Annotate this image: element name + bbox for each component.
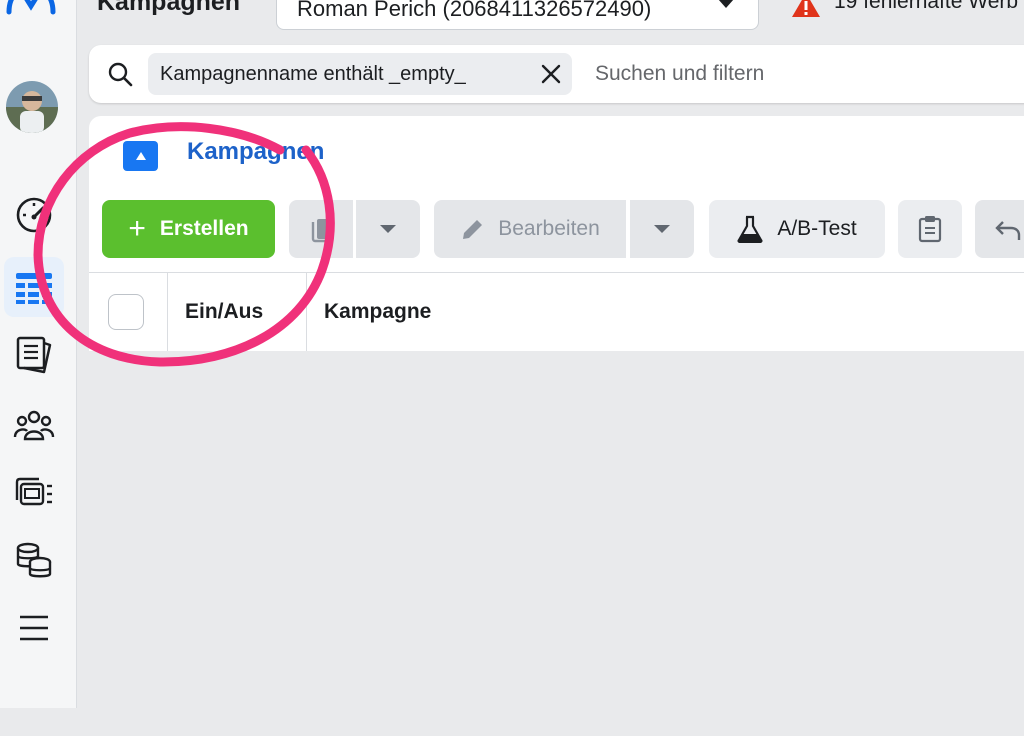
dashboard-gauge-icon[interactable] bbox=[4, 185, 64, 245]
pages-icon[interactable] bbox=[4, 325, 64, 385]
plus-icon: + bbox=[128, 212, 146, 245]
account-selector-label: Roman Perich (2068411326572490) bbox=[297, 0, 652, 21]
flask-icon bbox=[737, 215, 763, 243]
undo-button[interactable] bbox=[975, 200, 1024, 258]
edit-button-label: Bearbeiten bbox=[498, 217, 600, 240]
filter-chip-label: Kampagnenname enthält _empty_ bbox=[160, 63, 466, 85]
clipboard-button[interactable] bbox=[898, 200, 962, 258]
filter-chip[interactable]: Kampagnenname enthält _empty_ bbox=[148, 53, 572, 95]
campaign-folder-icon bbox=[123, 141, 158, 171]
campaigns-panel: Kampagnen + Erstellen Bearbeiten A/B-Tes… bbox=[89, 116, 1024, 736]
left-navigation-rail bbox=[0, 0, 77, 708]
ab-test-button[interactable]: A/B-Test bbox=[709, 200, 885, 258]
column-divider bbox=[306, 273, 307, 351]
undo-icon bbox=[995, 221, 1021, 240]
edit-button[interactable]: Bearbeiten bbox=[434, 200, 626, 258]
toolbar: + Erstellen Bearbeiten A/B-Test bbox=[89, 200, 1024, 260]
ads-manager-icon[interactable] bbox=[4, 462, 64, 522]
tab-label: Kampagnen bbox=[187, 138, 325, 165]
chevron-down-icon bbox=[380, 225, 396, 233]
billing-icon[interactable] bbox=[4, 530, 64, 590]
avatar[interactable] bbox=[6, 81, 58, 133]
meta-logo[interactable] bbox=[6, 0, 56, 20]
edit-dropdown-button[interactable] bbox=[630, 200, 694, 258]
error-count-text[interactable]: 19 fehlerhafte Werb bbox=[834, 0, 1018, 14]
duplicate-dropdown-button[interactable] bbox=[356, 200, 420, 258]
table-header: Ein/Aus Kampagne bbox=[89, 272, 1024, 352]
account-selector[interactable]: Roman Perich (2068411326572490) bbox=[276, 0, 759, 30]
column-header-campaign[interactable]: Kampagne bbox=[324, 300, 431, 324]
page-title: Kampagnen bbox=[97, 0, 241, 16]
top-bar: Kampagnen Roman Perich (2068411326572490… bbox=[77, 0, 1024, 40]
audiences-icon[interactable] bbox=[4, 395, 64, 455]
warning-icon[interactable] bbox=[791, 0, 821, 23]
ab-test-button-label: A/B-Test bbox=[777, 217, 857, 240]
create-button[interactable]: + Erstellen bbox=[102, 200, 275, 258]
clipboard-icon bbox=[918, 216, 942, 243]
search-bar: Kampagnenname enthält _empty_ Suchen und… bbox=[89, 45, 1024, 103]
column-header-on-off[interactable]: Ein/Aus bbox=[185, 300, 263, 324]
pencil-icon bbox=[463, 220, 483, 239]
duplicate-button[interactable] bbox=[289, 200, 353, 258]
search-icon[interactable] bbox=[107, 61, 133, 92]
create-button-label: Erstellen bbox=[159, 217, 249, 240]
chevron-down-icon bbox=[654, 225, 670, 233]
chevron-down-icon bbox=[718, 0, 734, 8]
tab-campaigns[interactable]: Kampagnen bbox=[103, 116, 403, 190]
table-body-empty bbox=[89, 351, 1024, 736]
column-divider bbox=[167, 273, 168, 351]
close-icon[interactable] bbox=[540, 63, 562, 90]
select-all-checkbox[interactable] bbox=[108, 294, 144, 330]
search-input[interactable]: Suchen und filtern bbox=[595, 62, 764, 86]
duplicate-icon bbox=[311, 219, 331, 243]
menu-icon[interactable] bbox=[4, 598, 64, 658]
campaigns-table-icon[interactable] bbox=[4, 257, 64, 317]
